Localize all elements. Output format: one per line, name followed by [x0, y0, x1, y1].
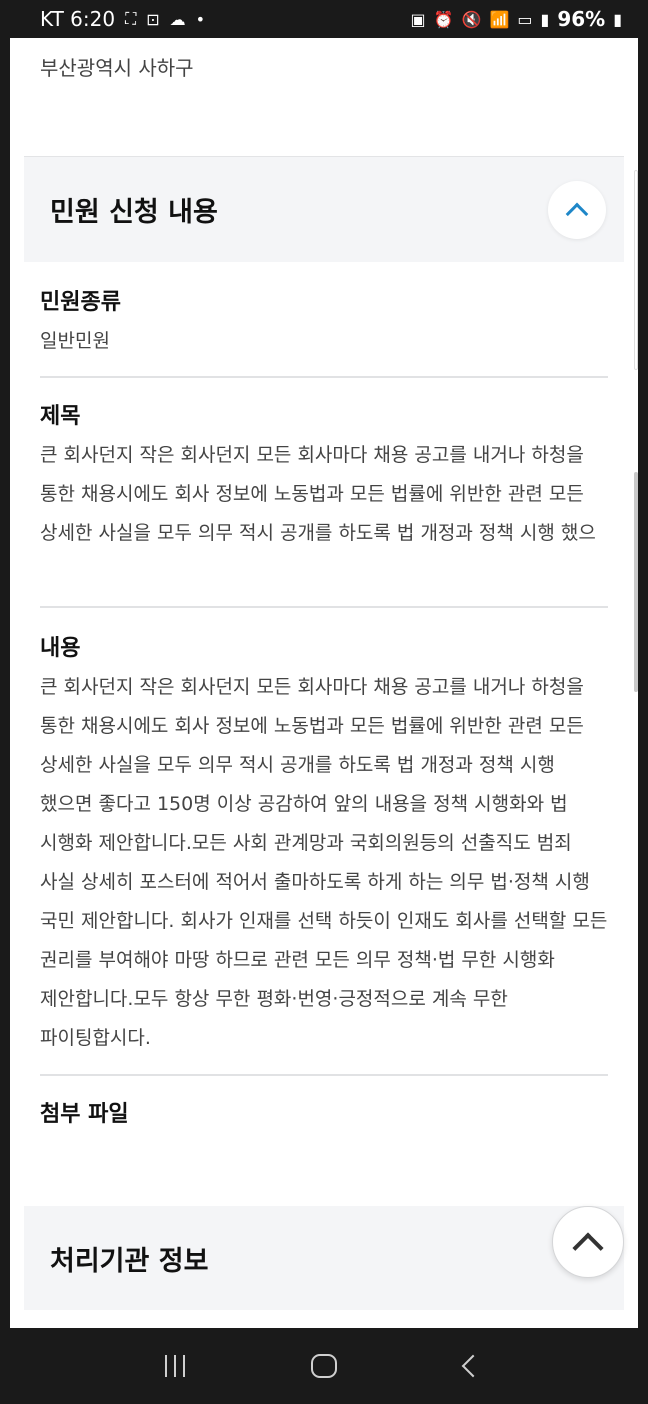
- org-section-header[interactable]: 처리기관 정보: [24, 1206, 624, 1310]
- signal-icon: ▮: [540, 9, 550, 29]
- navigation-bar: [0, 1328, 648, 1404]
- field-kind-label: 민원종류: [40, 290, 121, 315]
- field-attachment: 첨부 파일: [40, 1096, 610, 1134]
- screenshot-icon: ⛶: [125, 9, 137, 28]
- mute-icon: 🔇: [461, 9, 482, 29]
- org-section-title: 처리기관 정보: [50, 1245, 209, 1277]
- collapse-button[interactable]: [548, 180, 606, 239]
- home-icon: [310, 1354, 337, 1378]
- field-kind-value: 일반민원: [40, 330, 110, 352]
- field-content-value: 큰 회사던지 작은 회사던지 모든 회사마다 채용 공고를 내거나 하청을 통한…: [40, 676, 608, 1049]
- divider: [40, 606, 608, 608]
- battery-level: 96%: [557, 7, 606, 31]
- battery-icon: ▮: [613, 9, 622, 29]
- field-title: 제목 큰 회사던지 작은 회사던지 모든 회사마다 채용 공고를 내거나 하청을…: [40, 398, 610, 553]
- app-viewport: 부산광역시 사하구 민원 신청 내용 민원종류 일반민원 제목 큰 회사던지 작…: [10, 38, 638, 1328]
- apply-section-header[interactable]: 민원 신청 내용: [24, 156, 624, 262]
- chevron-up-icon: [565, 202, 589, 225]
- home-button[interactable]: [294, 1336, 354, 1396]
- dot-icon: •: [195, 9, 206, 29]
- field-attachment-label: 첨부 파일: [40, 1102, 129, 1127]
- apply-section-title: 민원 신청 내용: [50, 197, 218, 228]
- field-content-label: 내용: [40, 636, 81, 661]
- field-title-label: 제목: [40, 404, 81, 429]
- field-title-value: 큰 회사던지 작은 회사던지 모든 회사마다 채용 공고를 내거나 하청을 통한…: [40, 444, 596, 544]
- chevron-up-icon: [572, 1232, 604, 1264]
- field-kind: 민원종류 일반민원: [40, 284, 610, 361]
- scrollbar-track[interactable]: [634, 170, 638, 370]
- wifi-icon: 📶: [489, 9, 510, 29]
- divider: [40, 376, 608, 378]
- recent-apps-button[interactable]: [145, 1336, 205, 1396]
- divider: [40, 1074, 608, 1076]
- address-text: 부산광역시 사하구: [40, 56, 194, 80]
- carrier-time: KT 6:20: [40, 7, 116, 31]
- cloud-icon: ☁: [169, 9, 186, 29]
- scrollbar-thumb[interactable]: [634, 472, 638, 692]
- back-button[interactable]: [443, 1336, 503, 1396]
- capture-icon: ⊡: [146, 9, 160, 29]
- field-content: 내용 큰 회사던지 작은 회사던지 모든 회사마다 채용 공고를 내거나 하청을…: [40, 630, 610, 1058]
- scroll-to-top-button[interactable]: [552, 1206, 624, 1278]
- hd-icon: ▭: [517, 9, 533, 29]
- status-bar: KT 6:20 ⛶ ⊡ ☁ • ▣ ⏰ 🔇 📶 ▭ ▮ 96% ▮: [0, 0, 648, 38]
- back-icon: [461, 1354, 485, 1378]
- recent-apps-icon: [164, 1355, 185, 1377]
- nfc-icon: ▣: [410, 9, 426, 29]
- alarm-icon: ⏰: [433, 9, 454, 29]
